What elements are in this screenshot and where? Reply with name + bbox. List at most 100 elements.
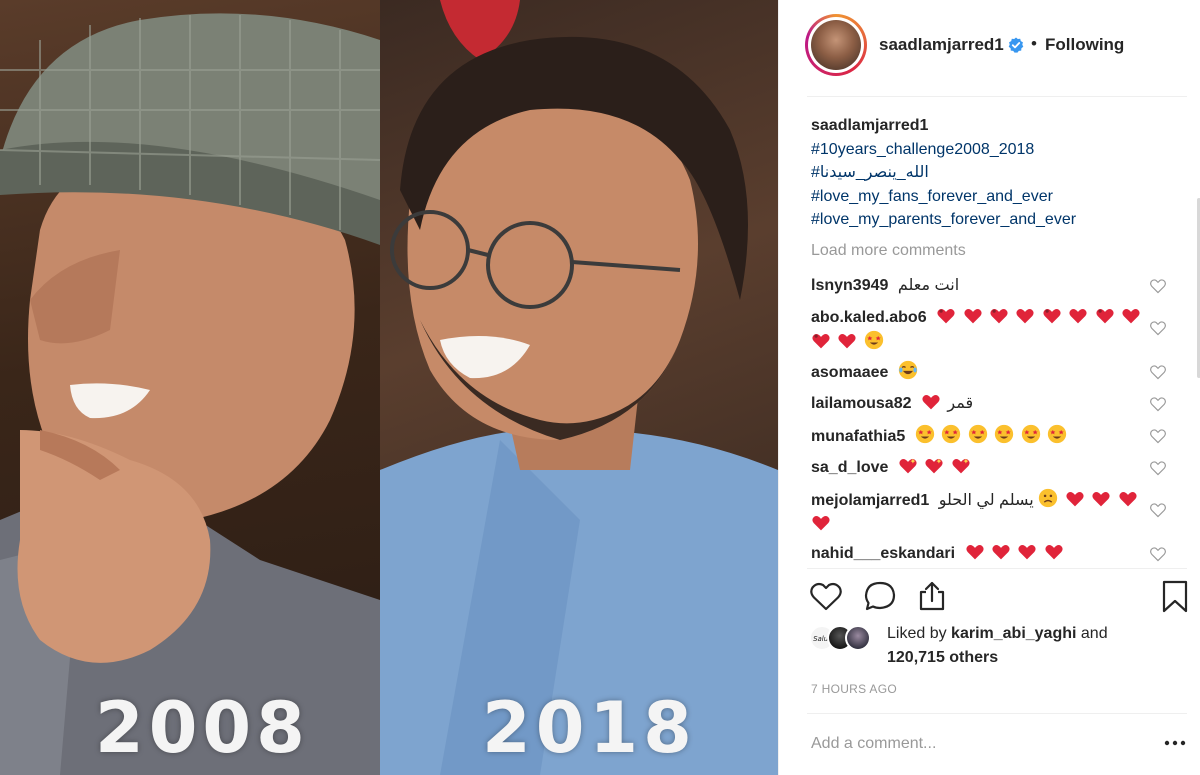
sparkling-heart-emoji xyxy=(952,458,970,474)
post-timestamp[interactable]: 7 HOURS AGO xyxy=(811,682,897,696)
add-comment-input[interactable] xyxy=(811,732,1141,756)
comment-username[interactable]: munafathia5 xyxy=(811,428,905,445)
kiss-heart-emoji xyxy=(812,334,830,349)
separator-dot: • xyxy=(1031,34,1037,53)
following-button[interactable]: Following xyxy=(1045,35,1124,55)
post-header: saadlamjarred1 • Following xyxy=(779,0,1200,90)
comment-item: lsnyn3949 انت معلم xyxy=(811,274,1151,298)
comment-emojis xyxy=(898,458,973,476)
heart-emoji xyxy=(922,395,940,410)
likes-count-link[interactable]: 120,715 others xyxy=(887,649,998,667)
liked-by-text: Liked by karim_abi_yaghi and xyxy=(887,625,1108,643)
hashtag-link[interactable]: #love_my_fans_forever_and_ever xyxy=(811,185,1076,209)
star-struck-emoji xyxy=(941,424,961,444)
verified-badge-icon xyxy=(1008,37,1024,53)
heart-emoji xyxy=(1018,545,1037,560)
tears-of-joy-emoji xyxy=(898,360,918,380)
comment-username[interactable]: mejolamjarred1 xyxy=(811,492,929,509)
heart-outline-icon[interactable] xyxy=(809,580,843,612)
photo-2018-illustration xyxy=(380,0,778,775)
header-username[interactable]: saadlamjarred1 xyxy=(879,35,1004,55)
comment-emojis xyxy=(915,424,1069,445)
comment-item: sa_d_love xyxy=(811,456,1151,480)
comment-like-icon[interactable] xyxy=(1149,460,1167,476)
post-media[interactable]: 2008 2018 xyxy=(0,0,778,775)
comment-text: قمر xyxy=(947,395,974,412)
share-upload-icon[interactable] xyxy=(915,580,949,612)
liked-by-prefix: Liked by xyxy=(887,625,947,642)
heart-emoji xyxy=(1092,492,1110,507)
year-2018-label: 2018 xyxy=(482,687,697,769)
caption-username[interactable]: saadlamjarred1 xyxy=(811,114,1076,138)
star-struck-emoji xyxy=(864,330,884,350)
sparkling-heart-emoji xyxy=(899,458,917,474)
kiss-heart-emoji xyxy=(937,309,955,324)
post-sidebar: saadlamjarred1 • Following saadlamjarred… xyxy=(778,0,1200,775)
year-2008-label: 2008 xyxy=(95,687,310,769)
photo-2018 xyxy=(380,0,778,775)
comments-list[interactable]: saadlamjarred1 #10years_challenge2008_20… xyxy=(779,98,1200,568)
divider xyxy=(807,96,1187,97)
comment-username[interactable]: lailamousa82 xyxy=(811,395,912,412)
more-options-icon[interactable] xyxy=(1163,736,1187,750)
heart-emoji xyxy=(812,516,830,531)
comment-item: asomaaee xyxy=(811,360,1151,385)
comment-username[interactable]: sa_d_love xyxy=(811,459,888,476)
load-more-comments-button[interactable]: Load more comments xyxy=(811,242,966,260)
star-struck-emoji xyxy=(1047,424,1067,444)
sparkling-heart-emoji xyxy=(925,458,943,474)
comment-username[interactable]: abo.kaled.abo6 xyxy=(811,309,927,326)
kiss-heart-emoji xyxy=(1096,309,1114,324)
story-ring[interactable] xyxy=(805,14,867,76)
liked-by-conjunction: and xyxy=(1080,625,1108,642)
photo-2008-illustration xyxy=(0,13,380,775)
comment-like-icon[interactable] xyxy=(1149,396,1167,412)
comment-emojis xyxy=(965,545,1066,562)
heart-emoji xyxy=(1122,309,1140,324)
heart-emoji xyxy=(1045,545,1063,560)
comment-like-icon[interactable] xyxy=(1149,364,1167,380)
kiss-heart-emoji xyxy=(1043,309,1061,324)
comment-text: انت معلم xyxy=(897,277,960,294)
liked-by-avatars[interactable]: Salut xyxy=(809,625,881,653)
comment-username[interactable]: lsnyn3949 xyxy=(811,277,888,294)
heart-emoji xyxy=(1066,492,1084,507)
comment-username[interactable]: nahid___eskandari xyxy=(811,545,955,562)
liked-by-user-link[interactable]: karim_abi_yaghi xyxy=(951,625,1076,642)
comment-like-icon[interactable] xyxy=(1149,428,1167,444)
kiss-heart-emoji xyxy=(990,309,1008,324)
avatar[interactable] xyxy=(811,20,861,70)
heart-emoji xyxy=(992,545,1010,560)
hashtag-link[interactable]: #الله_ينصر_سيدنا xyxy=(811,161,1076,185)
bookmark-icon[interactable] xyxy=(1161,580,1189,614)
photo-2008 xyxy=(0,0,380,775)
comment-like-icon[interactable] xyxy=(1149,546,1167,562)
hashtag-link[interactable]: #love_my_parents_forever_and_ever xyxy=(811,208,1076,232)
heart-emoji xyxy=(965,545,984,560)
comment-like-icon[interactable] xyxy=(1149,502,1167,518)
star-struck-emoji xyxy=(994,424,1014,444)
comment-emojis xyxy=(898,360,920,381)
post-caption: saadlamjarred1 #10years_challenge2008_20… xyxy=(811,114,1076,232)
divider xyxy=(807,713,1187,714)
comment-username[interactable]: asomaaee xyxy=(811,364,888,381)
hashtag-link[interactable]: #10years_challenge2008_2018 xyxy=(811,138,1076,162)
heart-emoji xyxy=(1069,309,1087,324)
heart-emoji xyxy=(1118,492,1137,507)
star-struck-emoji xyxy=(1021,424,1040,444)
star-struck-emoji xyxy=(915,424,934,444)
slightly-frowning-emoji xyxy=(1039,488,1058,508)
heart-emoji xyxy=(1016,309,1034,324)
divider xyxy=(807,568,1187,569)
heart-emoji xyxy=(963,309,982,324)
comment-like-icon[interactable] xyxy=(1149,278,1167,294)
comment-like-icon[interactable] xyxy=(1149,320,1167,336)
speech-bubble-icon[interactable] xyxy=(863,580,897,612)
heart-emoji xyxy=(838,334,857,349)
comment-item: munafathia5 xyxy=(811,424,1151,449)
comment-item: abo.kaled.abo6 xyxy=(811,306,1151,355)
comment-item: lailamousa82 قمر xyxy=(811,392,1151,416)
comment-item: mejolamjarred1 يسلم لي الحلو xyxy=(811,488,1151,537)
comment-item: nahid___eskandari xyxy=(811,542,1151,566)
avatar xyxy=(845,625,871,651)
